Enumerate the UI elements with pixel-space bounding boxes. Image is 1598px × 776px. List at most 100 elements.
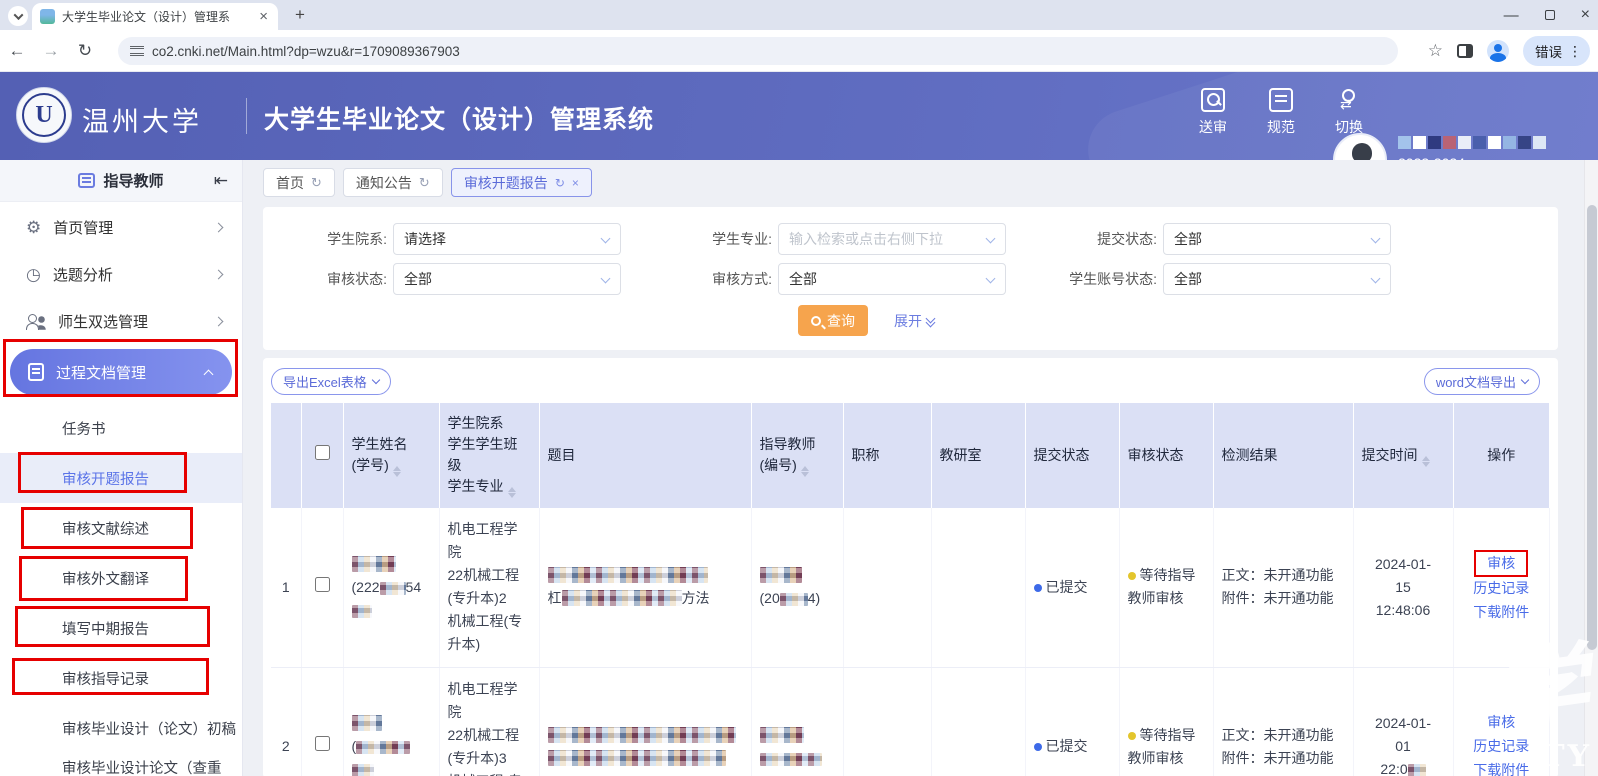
refresh-icon[interactable]: ↻ <box>68 41 102 61</box>
new-tab-button[interactable]: + <box>288 5 312 25</box>
standards-label: 规范 <box>1267 117 1295 137</box>
sidebar-collapse-icon[interactable]: ⇤ <box>214 171 228 191</box>
filter-review-status: 审核状态: 全部 <box>263 263 648 295</box>
tab-review-proposal[interactable]: 审核开题报告↻× <box>451 168 592 197</box>
select-all-checkbox[interactable] <box>315 445 330 460</box>
download-attachment-link[interactable]: 下载附件 <box>1462 759 1542 776</box>
menu-dots-icon[interactable]: ⋮ <box>1568 43 1582 60</box>
app-header: U 温州大学 大学生毕业论文（设计）管理系统 送审 规范 切换 2023-202 <box>0 72 1598 160</box>
review-link[interactable]: 审核 <box>1462 711 1542 735</box>
minimize-icon[interactable]: — <box>1504 7 1519 24</box>
send-review-button[interactable]: 送审 <box>1190 88 1236 137</box>
url-bar[interactable]: co2.cnki.net/Main.html?dp=wzu&r=17090893… <box>118 37 1398 65</box>
results-table: 学生姓名 (学号) 学生院系 学生学生班 级 学生专业 题目 指导教师 (编号)… <box>271 403 1550 776</box>
chevron-right-icon <box>214 270 224 280</box>
download-attachment-link[interactable]: 下载附件 <box>1462 601 1542 625</box>
refresh-icon[interactable]: ↻ <box>419 175 430 191</box>
student-dept-select[interactable]: 请选择 <box>393 223 621 255</box>
side-panel-icon[interactable] <box>1457 44 1473 58</box>
user-name-redacted <box>1398 136 1562 149</box>
review-status-cell: 等待指导教师审核 <box>1119 508 1213 667</box>
submenu-review-translation[interactable]: 审核外文翻译 <box>0 553 242 603</box>
sidebar-role-title: 指导教师 <box>103 170 163 191</box>
col-title: 题目 <box>539 403 751 508</box>
history-link[interactable]: 历史记录 <box>1462 735 1542 759</box>
send-review-icon <box>1201 88 1225 112</box>
header-divider <box>246 98 247 134</box>
submenu-review-first-draft[interactable]: 审核毕业设计（论文）初稿 <box>0 703 242 753</box>
sidebar-item-process-docs[interactable]: 过程文档管理 <box>10 349 232 395</box>
switch-role-button[interactable]: 切换 <box>1326 88 1372 137</box>
sort-icon[interactable] <box>1422 456 1430 467</box>
scrollbar-thumb[interactable] <box>1587 205 1597 650</box>
sort-icon[interactable] <box>393 466 401 477</box>
sidebar-item-mutual-selection[interactable]: 师生双选管理 <box>0 298 242 345</box>
submit-status-cell: 已提交 <box>1025 508 1119 667</box>
user-avatar[interactable] <box>1333 133 1387 160</box>
switch-role-icon <box>1337 88 1361 112</box>
bookmark-star-icon[interactable]: ☆ <box>1428 41 1443 61</box>
submenu-review-plagiarism[interactable]: 审核毕业设计论文（查重版） <box>0 753 242 776</box>
export-excel-button[interactable]: 导出Excel表格 <box>271 368 391 395</box>
col-office: 教研室 <box>931 403 1025 508</box>
submenu-task-book[interactable]: 任务书 <box>0 403 242 453</box>
clock-icon: ◷ <box>26 266 41 283</box>
annotation-box-review: 审核 <box>1474 550 1528 578</box>
review-status-select[interactable]: 全部 <box>393 263 621 295</box>
sort-icon[interactable] <box>801 466 809 477</box>
refresh-icon[interactable]: ↻ <box>555 176 565 190</box>
refresh-icon[interactable]: ↻ <box>311 175 322 191</box>
filter-submit-status: 提交状态: 全部 <box>1033 223 1558 255</box>
row-checkbox[interactable] <box>315 736 330 751</box>
status-dot <box>1128 732 1136 740</box>
forward-icon[interactable]: → <box>34 41 68 61</box>
student-major-input[interactable]: 输入检索或点击右侧下拉 <box>778 223 1006 255</box>
site-settings-icon[interactable] <box>130 46 144 56</box>
close-icon[interactable]: × <box>1581 6 1590 24</box>
office-cell <box>931 508 1025 667</box>
sidebar-item-home[interactable]: ⚙ 首页管理 <box>0 204 242 251</box>
title-cell <box>539 667 751 776</box>
double-chevron-down-icon <box>926 316 935 326</box>
submenu-guidance-records[interactable]: 审核指导记录 <box>0 653 242 703</box>
sort-icon[interactable] <box>508 487 516 498</box>
tab-notices[interactable]: 通知公告↻ <box>343 168 443 197</box>
sidebar-item-topic-analysis[interactable]: ◷ 选题分析 <box>0 251 242 298</box>
expand-link[interactable]: 展开 <box>894 311 935 331</box>
history-link[interactable]: 历史记录 <box>1462 577 1542 601</box>
submenu-review-proposal[interactable]: 审核开题报告 <box>0 453 242 503</box>
university-logo: U <box>16 87 72 143</box>
col-dept: 学生院系 学生学生班 级 学生专业 <box>439 403 539 508</box>
teacher-role-icon <box>78 173 95 188</box>
tab-close-icon[interactable]: × <box>257 8 270 25</box>
filter-account-status: 学生账号状态: 全部 <box>1033 263 1558 295</box>
row-index: 1 <box>271 508 301 667</box>
page-scrollbar[interactable] <box>1584 160 1598 776</box>
chevron-down-icon <box>601 234 611 244</box>
maximize-icon[interactable] <box>1545 10 1555 20</box>
status-dot <box>1034 743 1042 751</box>
submenu-review-literature[interactable]: 审核文献综述 <box>0 503 242 553</box>
table-header-row: 学生姓名 (学号) 学生院系 学生学生班 级 学生专业 题目 指导教师 (编号)… <box>271 403 1550 508</box>
time-cell: 2024-01- 01 22:0 <box>1353 667 1453 776</box>
col-operations: 操作 <box>1453 403 1550 508</box>
standards-button[interactable]: 规范 <box>1258 88 1304 137</box>
submenu-midterm-report[interactable]: 填写中期报告 <box>0 603 242 653</box>
tab-search-button[interactable] <box>8 6 28 26</box>
search-button[interactable]: 查询 <box>798 305 868 336</box>
review-method-select[interactable]: 全部 <box>778 263 1006 295</box>
dept-cell: 机电工程学院 22机械工程(专升本)3 机械工程(专升本) <box>439 667 539 776</box>
tab-home[interactable]: 首页↻ <box>263 168 335 197</box>
back-icon[interactable]: ← <box>0 41 34 61</box>
export-word-button[interactable]: word文档导出 <box>1424 368 1540 395</box>
tab-close-icon[interactable]: × <box>572 176 579 190</box>
url-text: co2.cnki.net/Main.html?dp=wzu&r=17090893… <box>152 44 460 59</box>
review-link[interactable]: 审核 <box>1487 555 1515 571</box>
browser-tab[interactable]: 大学生毕业论文（设计）管理系 × <box>32 3 278 30</box>
advisor-cell: (204) <box>751 508 843 667</box>
row-checkbox[interactable] <box>315 577 330 592</box>
error-chip[interactable]: 错误 ⋮ <box>1523 36 1590 66</box>
browser-profile-avatar[interactable] <box>1487 40 1509 62</box>
submit-status-select[interactable]: 全部 <box>1163 223 1391 255</box>
account-status-select[interactable]: 全部 <box>1163 263 1391 295</box>
